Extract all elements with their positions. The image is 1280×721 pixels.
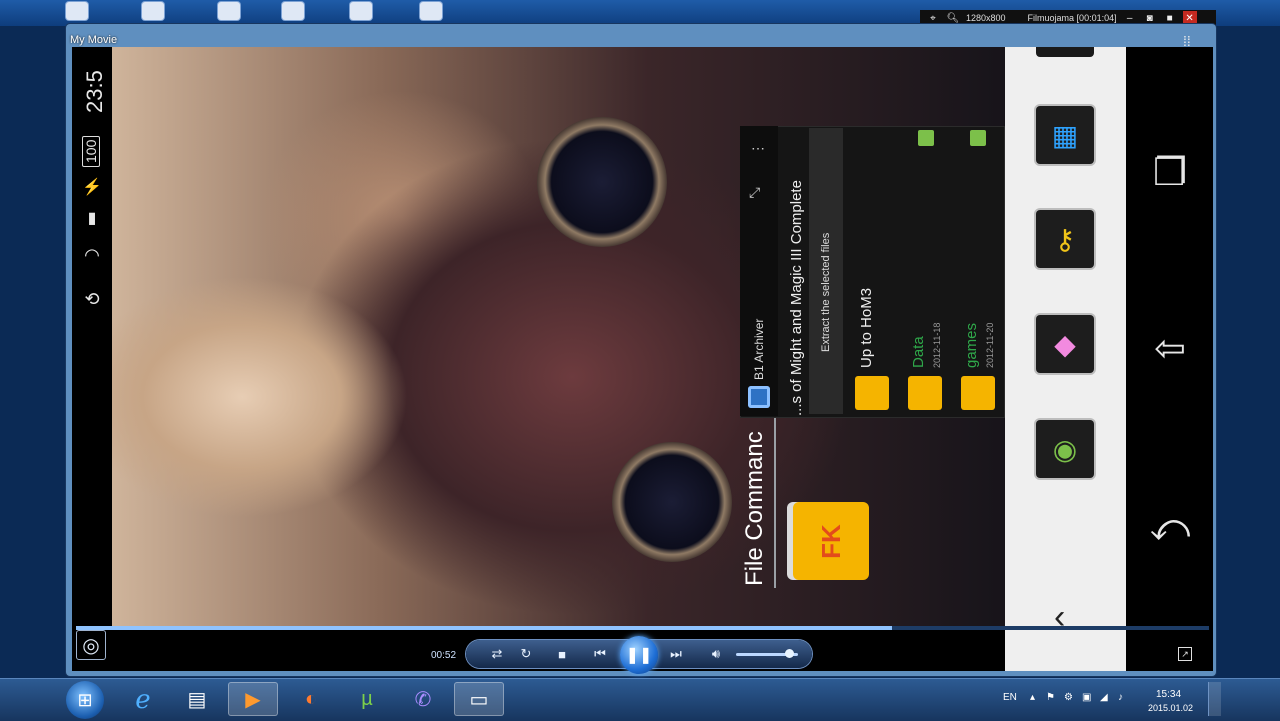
media-player-taskbar-icon[interactable]: ▶: [228, 682, 278, 716]
next-icon[interactable]: ⏭: [666, 644, 686, 664]
recorder-minimize-icon[interactable]: –: [1123, 11, 1137, 25]
repeat-icon[interactable]: ↻: [516, 644, 536, 664]
internet-explorer-icon[interactable]: ℯ: [118, 682, 168, 716]
desktop-icon[interactable]: [350, 2, 372, 20]
volume-icon[interactable]: 🔊︎: [706, 644, 726, 664]
show-desktop-button[interactable]: [1208, 682, 1221, 716]
windows-app-icon[interactable]: ▦: [1036, 106, 1094, 164]
desktop-icon[interactable]: [282, 2, 304, 20]
recorder-stop-icon[interactable]: ■: [1163, 11, 1177, 25]
file-commander-logo[interactable]: FK: [793, 502, 869, 580]
archiver-app-name: B1 Archiver: [752, 318, 766, 380]
tray-app-icon[interactable]: ⚑: [1046, 692, 1055, 703]
elapsed-time: 00:52: [431, 650, 457, 661]
auto-rotate-icon: ⟲: [84, 288, 100, 309]
tray-volume-icon[interactable]: ♪: [1118, 692, 1123, 703]
tray-date[interactable]: 2015.01.02: [1148, 703, 1193, 713]
tray-time[interactable]: 15:34: [1156, 689, 1181, 700]
volume-slider-handle[interactable]: [784, 649, 794, 658]
tray-signal-icon[interactable]: ◢: [1100, 692, 1108, 703]
fullscreen-icon[interactable]: ↗: [1178, 647, 1192, 661]
utorrent-icon[interactable]: µ: [342, 682, 392, 716]
seek-bar-progress: [76, 626, 892, 630]
signal-icon: ▮: [87, 210, 97, 227]
recorder-close-icon[interactable]: ✕: [1182, 11, 1197, 25]
file-explorer-icon[interactable]: ▤: [172, 682, 222, 716]
folder-name-data[interactable]: Data: [910, 336, 927, 368]
desktop-icon[interactable]: [420, 2, 442, 20]
recording-status: Filmuojama [00:01:04]: [1027, 13, 1117, 23]
video-eye-upper: [537, 117, 667, 247]
extract-label: Extract the selected files: [820, 232, 832, 352]
desktop-icon[interactable]: [218, 2, 240, 20]
previous-icon[interactable]: ⏮: [590, 644, 610, 664]
android-status-bar: 23:5 100 ⚡ ▮ ◠ ⟲: [72, 47, 112, 627]
start-button[interactable]: ⊞: [66, 681, 104, 719]
archiver-app-icon: [748, 386, 770, 408]
status-clock: 23:5: [82, 70, 107, 113]
share-icon[interactable]: ⤢: [749, 184, 760, 201]
firefox-icon[interactable]: ◐: [286, 682, 336, 716]
up-to-folder-label[interactable]: Up to HoM3: [858, 288, 875, 368]
chevron-left-icon[interactable]: ‹: [1054, 598, 1065, 637]
overflow-menu-icon[interactable]: ⋯: [751, 140, 765, 157]
folder-icon: [961, 376, 995, 410]
folder-up-icon[interactable]: [855, 376, 889, 410]
archive-path: ...s of Might and Magic III Complete: [788, 180, 805, 416]
shuffle-icon[interactable]: ⇄: [487, 644, 507, 664]
desktop-icon[interactable]: [142, 2, 164, 20]
pause-button[interactable]: ❚❚: [620, 636, 658, 674]
screenshot-icon[interactable]: ◎: [76, 630, 106, 660]
stop-icon[interactable]: ■: [552, 644, 572, 664]
tray-arrow-icon[interactable]: ▴: [1030, 692, 1035, 703]
app-tile-partial[interactable]: [1036, 47, 1094, 57]
video-eye-lower: [612, 442, 732, 562]
title-divider: [774, 418, 776, 588]
file-commander-title: File Commanc: [741, 431, 768, 586]
window-taskbar-icon[interactable]: ▭: [454, 682, 504, 716]
window-title: My Movie: [70, 34, 118, 46]
viber-icon[interactable]: ✆: [398, 682, 448, 716]
tray-settings-icon[interactable]: ⚙: [1064, 692, 1073, 703]
eraser-app-icon[interactable]: ◆: [1036, 315, 1094, 373]
tray-network-icon[interactable]: ▣: [1082, 692, 1091, 703]
folder-date-data: 2012-11-18: [932, 322, 942, 368]
back-arrow-icon[interactable]: ⇦: [1148, 326, 1192, 370]
grid-menu-icon[interactable]: ⁞⁞: [1183, 33, 1191, 49]
folder-name-games[interactable]: games: [963, 323, 980, 368]
checkbox-checked-icon[interactable]: [970, 130, 986, 146]
input-language[interactable]: EN: [1003, 692, 1017, 703]
home-arrow-icon[interactable]: ⤺: [1148, 506, 1192, 550]
camera-icon[interactable]: ◙: [1143, 11, 1157, 25]
recorder-resolution: 1280x800: [966, 13, 1006, 23]
charging-icon: ⚡: [82, 179, 102, 196]
desktop-icon[interactable]: [66, 2, 88, 20]
key-app-icon[interactable]: ⚷: [1036, 210, 1094, 268]
recorder-pin-icon[interactable]: ⌖: [926, 11, 940, 25]
checkbox-checked-icon[interactable]: [918, 130, 934, 146]
battery-icon: 100: [76, 123, 108, 169]
recent-apps-icon[interactable]: ❐: [1148, 150, 1192, 194]
zoom-icon[interactable]: 🔍︎: [946, 11, 960, 25]
folder-date-games: 2012-11-20: [985, 322, 995, 368]
archiver-panel: [740, 126, 1005, 418]
wifi-icon: ◠: [84, 244, 100, 265]
folder-icon: [908, 376, 942, 410]
green-app-icon[interactable]: ◉: [1036, 420, 1094, 478]
